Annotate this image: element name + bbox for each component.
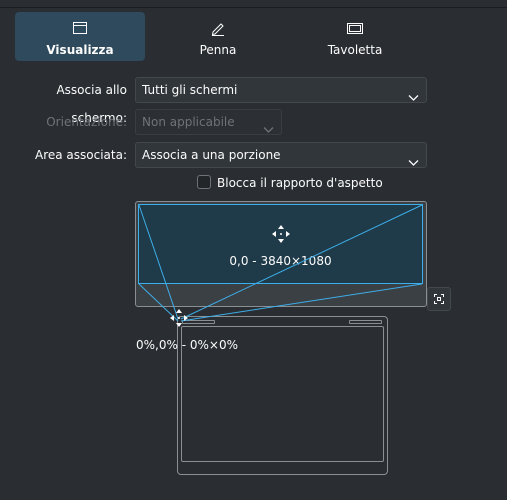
orientation-combo[interactable]: Non applicabile	[135, 109, 282, 135]
mapped-area-combo[interactable]: Associa a una porzione	[135, 142, 427, 168]
tab-tavoletta[interactable]: Tavoletta	[290, 12, 420, 61]
chevron-down-icon	[408, 151, 419, 175]
tablet-icon	[346, 20, 364, 39]
combo-value: Non applicabile	[142, 115, 235, 129]
combo-value: Associa a una porzione	[142, 148, 281, 162]
display-icon	[72, 20, 88, 39]
tablet-button	[182, 320, 215, 324]
chevron-down-icon	[263, 118, 274, 142]
tablet-button	[349, 320, 382, 324]
pen-icon	[210, 20, 226, 39]
screen-area-readout: 0,0 - 3840×1080	[229, 254, 332, 268]
move-icon[interactable]	[271, 224, 291, 247]
lock-aspect-ratio-label: Blocca il rapporto d'aspetto	[217, 176, 383, 190]
window-top-edge	[0, 0, 507, 8]
tab-label: Penna	[199, 43, 237, 57]
combo-value: Tutti gli schermi	[142, 83, 238, 97]
lock-aspect-ratio-checkbox[interactable]	[197, 175, 211, 189]
screen-mapping-combo[interactable]: Tutti gli schermi	[135, 77, 427, 103]
tab-label: Visualizza	[46, 43, 114, 57]
fit-to-screen-button[interactable]	[427, 287, 451, 311]
tab-label: Tavoletta	[327, 43, 383, 57]
chevron-down-icon	[408, 86, 419, 110]
tab-visualizza[interactable]: Visualizza	[15, 12, 145, 61]
tab-penna[interactable]: Penna	[153, 12, 283, 61]
orientation-label: Orientazione:	[46, 115, 127, 129]
tablet-area-readout: 0%,0% - 0%×0%	[136, 338, 238, 352]
fit-icon	[434, 294, 444, 304]
mapped-area-label: Area associata:	[34, 148, 127, 162]
